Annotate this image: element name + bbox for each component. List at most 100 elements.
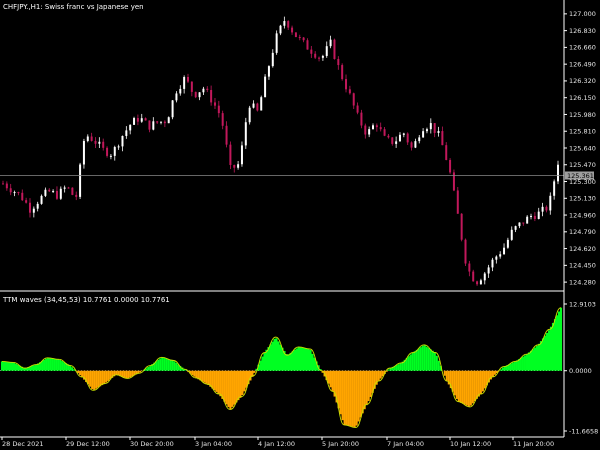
candle-body xyxy=(352,93,355,106)
candle xyxy=(283,16,286,29)
price-tick-label: 124.620 xyxy=(569,245,596,253)
candle xyxy=(183,75,186,94)
candle xyxy=(545,205,548,213)
time-tick-label: 28 Dec 2021 xyxy=(2,440,44,448)
candle-body xyxy=(499,254,502,257)
candle xyxy=(167,116,170,124)
candle-body xyxy=(425,129,428,132)
candle-body xyxy=(140,118,143,122)
candle-body xyxy=(464,239,467,264)
candle xyxy=(148,120,151,133)
indicator-pane[interactable] xyxy=(0,307,563,429)
candle xyxy=(298,34,301,41)
candle xyxy=(398,132,401,142)
time-tick-label: 10 Jan 12:00 xyxy=(450,440,491,448)
candle-body xyxy=(530,215,533,217)
candle xyxy=(352,92,355,110)
candle-body xyxy=(495,256,498,260)
candle-body xyxy=(167,117,170,124)
candle-body xyxy=(345,79,348,90)
candle-body xyxy=(75,194,78,197)
candle xyxy=(44,187,47,198)
candle-body xyxy=(121,135,124,147)
candle xyxy=(468,260,471,277)
candle xyxy=(271,49,274,68)
candle xyxy=(541,202,544,217)
candle-body xyxy=(194,91,197,98)
candle-body xyxy=(25,200,28,203)
candle-body xyxy=(183,77,186,89)
candle xyxy=(221,110,224,130)
candle-body xyxy=(418,137,421,142)
candle-body xyxy=(86,136,89,141)
price-tick-label: 126.320 xyxy=(569,77,596,85)
candle xyxy=(526,215,529,224)
candle-body xyxy=(506,239,509,248)
candle-body xyxy=(557,164,559,182)
candle-body xyxy=(387,135,390,138)
candle-body xyxy=(217,105,220,114)
candle-body xyxy=(422,131,425,138)
candle xyxy=(5,181,8,191)
candle-body xyxy=(337,59,340,66)
candle xyxy=(518,222,521,229)
candle xyxy=(133,116,136,125)
candle xyxy=(217,100,220,118)
candle-body xyxy=(233,164,236,168)
time-tick-label: 7 Jan 04:00 xyxy=(387,440,424,448)
candle-body xyxy=(379,127,382,130)
candle-body xyxy=(348,89,351,94)
candle-body xyxy=(306,40,309,50)
candle-body xyxy=(32,208,35,213)
mt-chart[interactable]: 127.000 126.830 126.660 126.490 126.320 126.1… xyxy=(0,0,600,450)
candle xyxy=(79,162,82,200)
candle xyxy=(179,85,182,96)
candle-body xyxy=(341,65,344,80)
price-pane[interactable] xyxy=(0,16,564,286)
candle-body xyxy=(356,105,359,113)
candle xyxy=(345,74,348,93)
candle-body xyxy=(360,112,363,126)
candle-body xyxy=(429,123,432,130)
candle xyxy=(25,197,28,204)
candle-body xyxy=(237,164,240,168)
candle-body xyxy=(398,134,401,142)
candle-body xyxy=(52,190,55,192)
candle-body xyxy=(156,121,159,123)
candle xyxy=(460,213,463,242)
candle-body xyxy=(82,140,85,165)
candle xyxy=(410,141,413,151)
candle-body xyxy=(553,181,556,196)
candle xyxy=(325,41,328,58)
candle xyxy=(67,186,70,189)
candle-body xyxy=(476,281,479,285)
candle-body xyxy=(133,118,136,125)
candle-body xyxy=(136,118,139,122)
candle-body xyxy=(491,259,494,268)
candle xyxy=(163,120,166,128)
candle-body xyxy=(298,37,301,39)
candle xyxy=(279,24,282,36)
candle-body xyxy=(445,145,448,160)
candle-body xyxy=(549,195,552,211)
candle xyxy=(102,138,105,151)
candle-body xyxy=(522,222,525,224)
candle xyxy=(237,161,240,170)
candle xyxy=(198,92,201,101)
candle-body xyxy=(106,147,109,156)
candle xyxy=(267,65,270,80)
candle-body xyxy=(113,147,116,156)
candle-body xyxy=(314,53,317,58)
indicator-tick-label: 0.0000 xyxy=(569,367,592,375)
candle xyxy=(456,186,459,214)
candle-body xyxy=(256,103,259,111)
candle-body xyxy=(21,192,24,201)
candle xyxy=(449,158,452,174)
candle xyxy=(117,144,120,150)
candle xyxy=(90,132,93,142)
candle-body xyxy=(264,76,267,98)
candle-body xyxy=(198,92,201,98)
candle-body xyxy=(252,103,255,108)
candle xyxy=(372,123,374,130)
candle xyxy=(422,128,425,138)
